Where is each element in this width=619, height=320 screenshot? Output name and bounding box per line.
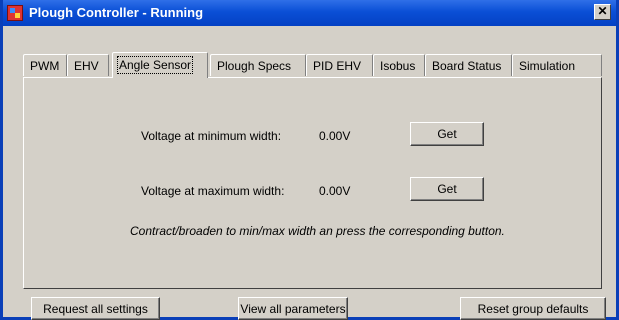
get-max-voltage-button[interactable]: Get — [410, 177, 484, 201]
tab-isobus[interactable]: Isobus — [373, 54, 425, 76]
app-icon[interactable] — [7, 5, 23, 21]
tab-label: Isobus — [380, 59, 416, 73]
title-bar[interactable]: Plough Controller - Running ✕ — [3, 0, 616, 26]
min-width-voltage-value: 0.00V — [319, 129, 351, 143]
max-width-voltage-label: Voltage at maximum width: — [141, 184, 285, 198]
tab-label: Simulation — [519, 59, 576, 73]
max-width-voltage-value: 0.00V — [319, 184, 351, 198]
plough-controller-window: Plough Controller - Running ✕ PWM EHV An… — [0, 0, 619, 320]
tab-label: PWM — [30, 59, 60, 73]
tab-pwm[interactable]: PWM — [23, 54, 67, 76]
request-all-settings-button[interactable]: Request all settings — [31, 297, 160, 320]
tab-label: Board Status — [432, 59, 502, 73]
tab-plough-specs[interactable]: Plough Specs — [210, 54, 306, 76]
window-title: Plough Controller - Running — [29, 5, 204, 20]
tab-label: Angle Sensor — [116, 56, 194, 74]
min-width-voltage-label: Voltage at minimum width: — [141, 129, 282, 143]
tab-pid-ehv[interactable]: PID EHV — [306, 54, 373, 76]
tab-label: PID EHV — [313, 59, 362, 73]
tab-board-status[interactable]: Board Status — [425, 54, 512, 76]
view-all-parameters-button[interactable]: View all parameters — [238, 297, 348, 320]
angle-sensor-panel: Voltage at minimum width: 0.00V Get Volt… — [23, 77, 602, 289]
tab-label: Plough Specs — [217, 59, 292, 73]
reset-group-defaults-button[interactable]: Reset group defaults — [460, 297, 606, 320]
get-min-voltage-button[interactable]: Get — [410, 122, 484, 146]
tab-ehv[interactable]: EHV — [67, 54, 109, 76]
tab-label: EHV — [74, 59, 99, 73]
instruction-text: Contract/broaden to min/max width an pre… — [130, 224, 505, 238]
tab-angle-sensor[interactable]: Angle Sensor — [112, 52, 208, 78]
close-button[interactable]: ✕ — [594, 4, 611, 20]
tab-simulation[interactable]: Simulation — [512, 54, 602, 76]
